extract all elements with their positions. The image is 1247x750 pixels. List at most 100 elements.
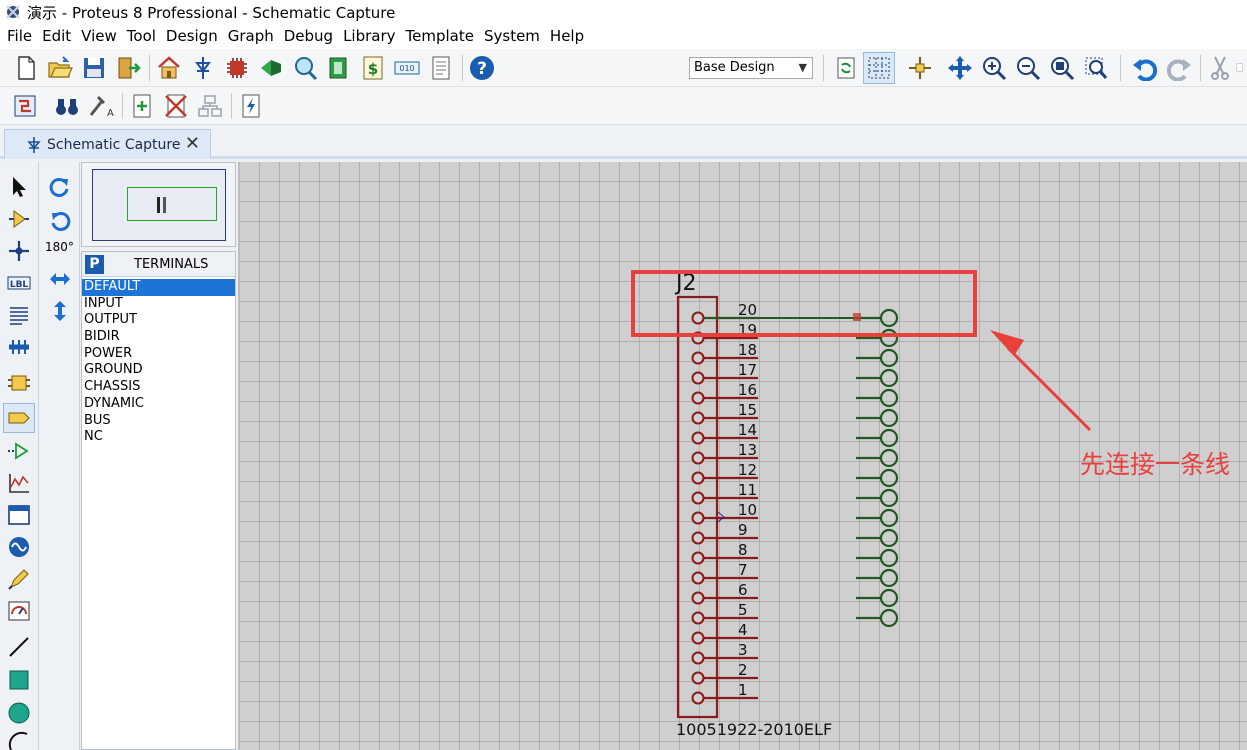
pin-end[interactable] — [691, 311, 705, 325]
pin-end[interactable] — [691, 651, 705, 665]
zoom-area-button[interactable] — [1080, 52, 1112, 84]
pin-end[interactable] — [691, 471, 705, 485]
probe-mode-button[interactable] — [3, 564, 35, 594]
junction-dot-mode-button[interactable] — [3, 236, 35, 266]
terminal-item-power[interactable]: POWER — [82, 346, 235, 363]
graph-mode-button[interactable] — [3, 468, 35, 498]
undo-button[interactable] — [1128, 52, 1160, 84]
default-terminal[interactable] — [879, 548, 899, 568]
default-terminal[interactable] — [879, 508, 899, 528]
component-mode-button[interactable] — [3, 204, 35, 234]
terminal-item-bidir[interactable]: BIDIR — [82, 329, 235, 346]
component-value[interactable]: 10051922-2010ELF — [676, 720, 832, 739]
2d-arc-mode-button[interactable] — [3, 730, 35, 750]
default-terminal[interactable] — [879, 368, 899, 388]
generator-mode-button[interactable] — [3, 532, 35, 562]
pin-end[interactable] — [691, 351, 705, 365]
tab-schematic-capture[interactable]: Schematic Capture ✕ — [4, 129, 211, 159]
zoom-in-button[interactable] — [978, 52, 1010, 84]
terminal-item-output[interactable]: OUTPUT — [82, 312, 235, 329]
menu-view[interactable]: View — [76, 24, 122, 49]
wire-autorouter-button[interactable] — [9, 90, 41, 122]
property-assignment-button[interactable]: A — [85, 90, 117, 122]
default-terminal[interactable] — [879, 428, 899, 448]
rotate-anticlockwise-button[interactable] — [44, 206, 76, 236]
pin-end[interactable] — [691, 611, 705, 625]
wire-label-mode-button[interactable]: LBL — [3, 268, 35, 298]
default-terminal[interactable] — [879, 308, 899, 328]
pin-end[interactable] — [691, 451, 705, 465]
device-pins-mode-button[interactable] — [3, 436, 35, 466]
pcb-layout-button[interactable] — [221, 52, 253, 84]
save-button[interactable] — [78, 52, 110, 84]
exit-to-parent-button[interactable] — [194, 90, 226, 122]
pin-end[interactable] — [691, 591, 705, 605]
overview-view-rectangle[interactable] — [127, 187, 217, 221]
menu-debug[interactable]: Debug — [279, 24, 338, 49]
2d-line-mode-button[interactable] — [3, 632, 35, 662]
pin-end[interactable] — [691, 671, 705, 685]
cut-button[interactable] — [1204, 52, 1236, 84]
refresh-display-button[interactable] — [830, 52, 862, 84]
terminal-item-bus[interactable]: BUS — [82, 413, 235, 430]
search-part-button[interactable] — [51, 90, 83, 122]
terminals-mode-button[interactable] — [3, 403, 35, 433]
default-terminal[interactable] — [879, 388, 899, 408]
source-code-button[interactable]: 010 — [391, 52, 423, 84]
pick-devices-button[interactable]: P — [85, 255, 104, 274]
default-terminal[interactable] — [879, 348, 899, 368]
default-terminal[interactable] — [879, 488, 899, 508]
terminal-item-dynamic[interactable]: DYNAMIC — [82, 396, 235, 413]
component-reference[interactable]: J2 — [674, 271, 697, 296]
bill-of-materials-button[interactable]: $ — [357, 52, 389, 84]
pin-end[interactable] — [691, 491, 705, 505]
default-terminal[interactable] — [879, 568, 899, 588]
buses-mode-button[interactable] — [3, 332, 35, 362]
menu-tool[interactable]: Tool — [122, 24, 161, 49]
zoom-out-button[interactable] — [1012, 52, 1044, 84]
pin-end[interactable] — [691, 531, 705, 545]
copy-button[interactable] — [1236, 52, 1247, 84]
terminal-item-ground[interactable]: GROUND — [82, 362, 235, 379]
pin-end[interactable] — [691, 511, 705, 525]
menu-edit[interactable]: Edit — [37, 24, 76, 49]
menu-design[interactable]: Design — [161, 24, 223, 49]
mirror-vertical-button[interactable] — [44, 296, 76, 326]
design-layer-select[interactable]: Base Design ▼ — [689, 57, 813, 79]
text-script-mode-button[interactable] — [3, 300, 35, 330]
3d-viewer-button[interactable] — [255, 52, 287, 84]
pin-end[interactable] — [691, 431, 705, 445]
terminal-item-default[interactable]: DEFAULT — [82, 279, 235, 296]
new-sheet-button[interactable] — [126, 90, 158, 122]
virtual-instruments-mode-button[interactable] — [3, 596, 35, 626]
default-terminal[interactable] — [879, 328, 899, 348]
project-notes-button[interactable] — [425, 52, 457, 84]
remove-sheet-button[interactable] — [160, 90, 192, 122]
default-terminal[interactable] — [879, 408, 899, 428]
pin-end[interactable] — [691, 391, 705, 405]
design-explorer-button[interactable] — [323, 52, 355, 84]
terminal-item-chassis[interactable]: CHASSIS — [82, 379, 235, 396]
help-button[interactable]: ? — [466, 52, 498, 84]
menu-library[interactable]: Library — [338, 24, 400, 49]
rotation-angle-field[interactable]: 180° — [45, 240, 74, 254]
active-popup-mode-button[interactable] — [3, 500, 35, 530]
pin-end[interactable] — [691, 571, 705, 585]
toggle-origin-button[interactable] — [904, 52, 936, 84]
pan-button[interactable] — [944, 52, 976, 84]
2d-box-mode-button[interactable] — [3, 665, 35, 695]
default-terminal[interactable] — [879, 588, 899, 608]
default-terminal[interactable] — [879, 468, 899, 488]
menu-file[interactable]: File — [2, 24, 37, 49]
pin-end[interactable] — [691, 631, 705, 645]
open-file-button[interactable] — [44, 52, 76, 84]
menu-template[interactable]: Template — [401, 24, 479, 49]
terminal-item-nc[interactable]: NC — [82, 429, 235, 446]
close-tab-icon[interactable]: ✕ — [185, 133, 200, 154]
gerber-viewer-button[interactable] — [289, 52, 321, 84]
pin-end[interactable] — [691, 371, 705, 385]
toggle-grid-button[interactable] — [863, 52, 895, 84]
schematic-capture-button[interactable] — [187, 52, 219, 84]
default-terminal[interactable] — [879, 448, 899, 468]
schematic-editing-window[interactable]: J2 10051922-2010ELF 20 19 18 17 16 15 14 13 12 11… — [238, 162, 1247, 750]
